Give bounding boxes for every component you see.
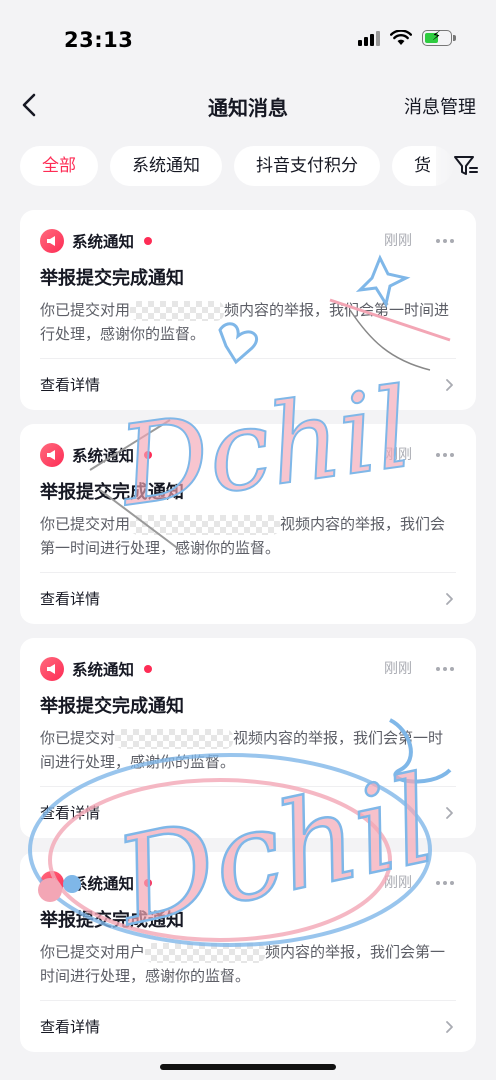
- notification-card[interactable]: 系统通知 刚刚 举报提交完成通知 你已提交对用户 频内容的举报，我们会第一时间进行…: [20, 852, 476, 1052]
- status-icons: ⚡: [358, 29, 456, 46]
- nav-bar: 通知消息 消息管理: [0, 80, 496, 130]
- redacted-region: [130, 300, 225, 321]
- notification-body: 你已提交对用户 频内容的举报，我们会第一时间进行处理，感谢你的监督。: [40, 940, 456, 1000]
- filter-tabs: 全部 系统通知 抖音支付积分 货: [0, 130, 496, 196]
- battery-icon: ⚡: [422, 29, 456, 46]
- view-details-row[interactable]: 查看详情: [40, 1000, 456, 1052]
- notification-card[interactable]: 系统通知 刚刚 举报提交完成通知 你已提交对用 频内容的举报，我们会第一时间进行处…: [20, 210, 476, 410]
- sender-name: 系统通知: [72, 447, 135, 465]
- redacted-region: [130, 514, 281, 535]
- redacted-region: [115, 728, 234, 749]
- tab-system-notice[interactable]: 系统通知: [110, 146, 222, 186]
- tab-douyin-pay-points[interactable]: 抖音支付积分: [234, 146, 380, 186]
- status-time: 23:13: [64, 28, 134, 52]
- view-details-row[interactable]: 查看详情: [40, 786, 456, 838]
- unread-dot: [144, 451, 153, 459]
- chevron-right-icon: [446, 592, 453, 605]
- megaphone-icon: [40, 871, 64, 895]
- home-indicator[interactable]: [160, 1064, 336, 1070]
- view-details-link[interactable]: 查看详情: [40, 588, 100, 609]
- chevron-right-icon: [446, 806, 453, 819]
- notification-body: 你已提交对用 频内容的举报，我们会第一时间进行处理，感谢你的监督。: [40, 298, 456, 358]
- megaphone-icon: [40, 229, 64, 253]
- view-details-link[interactable]: 查看详情: [40, 1016, 100, 1037]
- view-details-link[interactable]: 查看详情: [40, 802, 100, 823]
- more-icon[interactable]: [434, 445, 456, 465]
- sender-name: 系统通知: [72, 233, 135, 251]
- more-icon[interactable]: [434, 659, 456, 679]
- wifi-icon: [390, 30, 412, 45]
- body-text: 你已提交对用户: [40, 943, 146, 961]
- unread-dot: [144, 665, 153, 673]
- unread-dot: [144, 237, 153, 245]
- notification-card[interactable]: 系统通知 刚刚 举报提交完成通知 你已提交对 视频内容的举报，我们会第一时间进行处…: [20, 638, 476, 838]
- megaphone-icon: [40, 443, 64, 467]
- timestamp: 刚刚: [384, 661, 412, 677]
- signal-icon: [358, 30, 380, 46]
- megaphone-icon: [40, 657, 64, 681]
- redacted-region: [145, 942, 266, 963]
- sender-name: 系统通知: [72, 661, 135, 679]
- body-text: 你已提交对: [40, 729, 116, 747]
- notification-body: 你已提交对 视频内容的举报，我们会第一时间进行处理，感谢你的监督。: [40, 726, 456, 786]
- status-bar: 23:13 ⚡: [0, 0, 496, 80]
- view-details-row[interactable]: 查看详情: [40, 358, 456, 410]
- tab-all[interactable]: 全部: [20, 146, 98, 186]
- timestamp: 刚刚: [384, 233, 412, 249]
- notification-card[interactable]: 系统通知 刚刚 举报提交完成通知 你已提交对用 视频内容的举报，我们会第一时间进行…: [20, 424, 476, 624]
- body-text: 你已提交对用: [40, 301, 131, 319]
- timestamp: 刚刚: [384, 447, 412, 463]
- view-details-link[interactable]: 查看详情: [40, 374, 100, 395]
- timestamp: 刚刚: [384, 875, 412, 891]
- chevron-right-icon: [446, 378, 453, 391]
- unread-dot: [144, 879, 153, 887]
- view-details-row[interactable]: 查看详情: [40, 572, 456, 624]
- message-settings-link[interactable]: 消息管理: [404, 93, 476, 119]
- filter-button[interactable]: [436, 142, 496, 190]
- sender-name: 系统通知: [72, 875, 135, 893]
- notification-list: 系统通知 刚刚 举报提交完成通知 你已提交对用 频内容的举报，我们会第一时间进行处…: [0, 210, 496, 1052]
- body-text: 你已提交对用: [40, 515, 131, 533]
- chevron-right-icon: [446, 1020, 453, 1033]
- more-icon[interactable]: [434, 873, 456, 893]
- notification-body: 你已提交对用 视频内容的举报，我们会第一时间进行处理，感谢你的监督。: [40, 512, 456, 572]
- filter-icon: [454, 156, 478, 175]
- more-icon[interactable]: [434, 231, 456, 251]
